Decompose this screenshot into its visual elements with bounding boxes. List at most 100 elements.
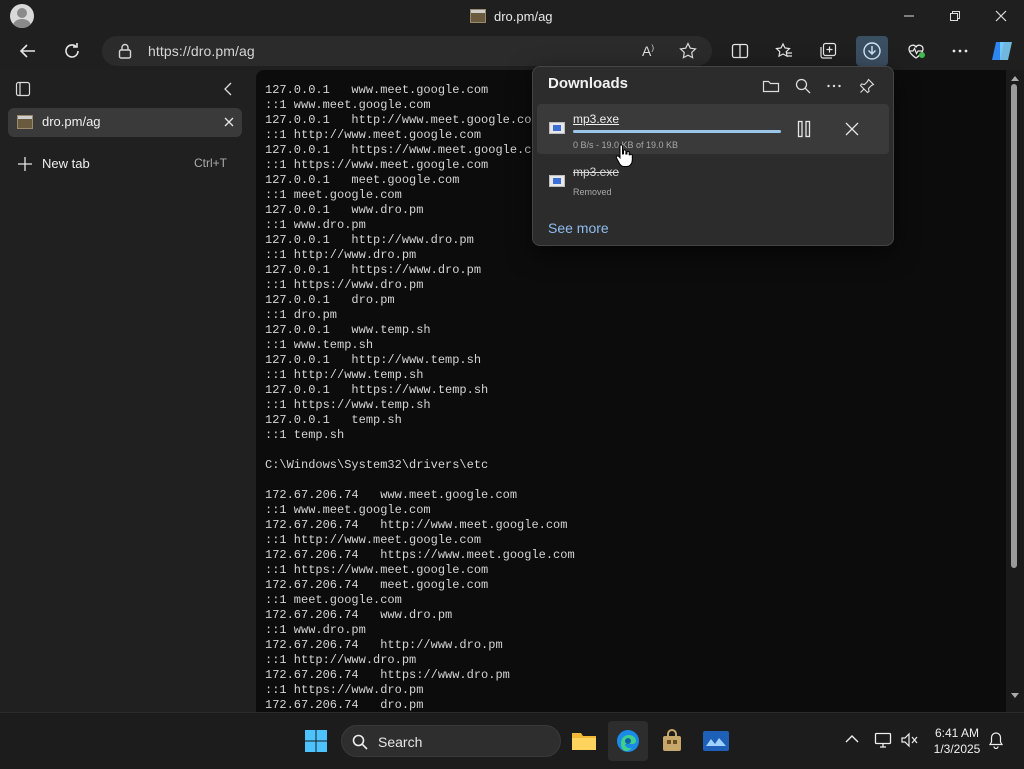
- vertical-tabs-panel: dro.pm/ag New tab Ctrl+T: [0, 70, 256, 712]
- taskbar-app[interactable]: [696, 721, 736, 761]
- exe-file-icon: [549, 122, 565, 134]
- terminal-line: ::1 temp.sh: [265, 428, 345, 442]
- clock-date: 1/3/2025: [933, 742, 981, 756]
- page-scrollbar[interactable]: [1006, 70, 1024, 712]
- url-text[interactable]: https://dro.pm/ag: [148, 43, 255, 59]
- clock-time: 6:41 AM: [934, 726, 980, 740]
- refresh-button[interactable]: [56, 36, 88, 66]
- terminal-line: ::1 meet.google.com: [265, 593, 402, 607]
- terminal-line: 127.0.0.1 dro.pm: [265, 293, 395, 307]
- favorites-button[interactable]: [768, 36, 800, 66]
- file-explorer-icon: [572, 733, 596, 750]
- collapse-panel-icon[interactable]: [222, 82, 234, 96]
- copilot-button[interactable]: [986, 36, 1018, 66]
- cancel-download-button[interactable]: [837, 114, 867, 144]
- settings-more-button[interactable]: [944, 36, 976, 66]
- terminal-line: ::1 http://www.dro.pm: [265, 248, 417, 262]
- favorite-star-icon: [679, 42, 697, 59]
- edge-icon: [617, 730, 639, 752]
- pin-icon: [859, 78, 875, 94]
- back-button[interactable]: [12, 36, 44, 66]
- copilot-icon: [992, 42, 1012, 60]
- new-tab-button[interactable]: New tab Ctrl+T: [8, 150, 242, 178]
- browser-essentials-button[interactable]: [900, 36, 932, 66]
- taskbar-clock[interactable]: 6:41 AM 1/3/2025: [924, 725, 990, 757]
- plus-icon: [18, 157, 32, 171]
- downloads-more-button[interactable]: [819, 71, 849, 101]
- tab-favicon-icon: [17, 115, 33, 129]
- taskbar-edge[interactable]: [608, 721, 648, 761]
- download-filename[interactable]: mp3.exe: [573, 112, 619, 126]
- downloads-button[interactable]: [856, 36, 888, 66]
- terminal-line: 127.0.0.1 https://www.temp.sh: [265, 383, 489, 397]
- app-icon: [703, 731, 729, 751]
- favorites-icon: [775, 42, 792, 58]
- download-progress-fill: [573, 130, 781, 133]
- collections-button[interactable]: [812, 36, 844, 66]
- pin-downloads-button[interactable]: [852, 71, 882, 101]
- taskbar-search-box[interactable]: Search: [341, 725, 561, 757]
- exe-file-icon: [549, 175, 565, 187]
- new-tab-shortcut: Ctrl+T: [194, 156, 227, 170]
- open-folder-icon: [762, 80, 780, 93]
- site-favicon-icon: [470, 9, 486, 23]
- restore-icon: [950, 11, 960, 21]
- terminal-line: 172.67.206.74 http://www.dro.pm: [265, 638, 503, 652]
- terminal-line: 127.0.0.1 http://www.temp.sh: [265, 353, 482, 367]
- browser-toolbar: https://dro.pm/ag A): [0, 32, 1024, 70]
- terminal-line: ::1 https://www.meet.google.com: [265, 158, 489, 172]
- close-window-button[interactable]: [978, 0, 1024, 32]
- terminal-line: 127.0.0.1 https://www.dro.pm: [265, 263, 482, 277]
- download-status: Removed: [573, 187, 612, 197]
- pause-download-button[interactable]: [789, 114, 819, 144]
- taskbar-store[interactable]: [652, 721, 692, 761]
- scroll-down-icon[interactable]: [1010, 692, 1020, 700]
- store-icon: [663, 729, 681, 751]
- terminal-line: 172.67.206.74 www.dro.pm: [265, 608, 453, 622]
- scroll-up-icon[interactable]: [1010, 74, 1020, 82]
- tab-dro-pm[interactable]: dro.pm/ag: [8, 108, 242, 137]
- add-favorite-button[interactable]: [672, 36, 704, 66]
- see-more-link[interactable]: See more: [548, 220, 609, 236]
- download-item[interactable]: mp3.exe Removed: [537, 157, 889, 207]
- minimize-button[interactable]: [886, 0, 932, 32]
- restore-button[interactable]: [932, 0, 978, 32]
- address-bar[interactable]: https://dro.pm/ag A): [102, 36, 712, 66]
- close-icon: [845, 122, 859, 136]
- download-progress-bar: [573, 130, 781, 133]
- search-downloads-button[interactable]: [788, 71, 818, 101]
- terminal-line: 127.0.0.1 www.dro.pm: [265, 203, 424, 217]
- search-icon: [795, 78, 811, 94]
- scrollbar-thumb[interactable]: [1011, 84, 1017, 568]
- terminal-line: ::1 dro.pm: [265, 308, 338, 322]
- taskbar: Search 6:41 AM 1/3/2025: [0, 712, 1024, 769]
- downloads-title: Downloads: [548, 75, 629, 92]
- lock-icon[interactable]: [118, 43, 132, 59]
- terminal-line: ::1 https://www.meet.google.com: [265, 563, 489, 577]
- terminal-line: ::1 http://www.meet.google.com: [265, 533, 482, 547]
- profile-avatar-icon[interactable]: [10, 4, 34, 28]
- download-item[interactable]: mp3.exe 0 B/s - 19.0 KB of 19.0 KB: [537, 104, 889, 154]
- start-button[interactable]: [296, 721, 336, 761]
- terminal-line: ::1 www.dro.pm: [265, 218, 366, 232]
- terminal-line: 127.0.0.1 https://www.meet.google.com: [265, 143, 546, 157]
- taskbar-file-explorer[interactable]: [564, 721, 604, 761]
- search-label: Search: [378, 734, 423, 750]
- network-icon[interactable]: [874, 731, 892, 749]
- split-screen-button[interactable]: [724, 36, 756, 66]
- new-tab-label: New tab: [42, 156, 90, 171]
- terminal-line: ::1 https://www.dro.pm: [265, 683, 424, 697]
- terminal-line: C:\Windows\System32\drivers\etc: [265, 458, 489, 472]
- window-title-text: dro.pm/ag: [494, 8, 553, 24]
- volume-muted-icon[interactable]: [900, 731, 918, 749]
- chevron-up-icon[interactable]: [845, 734, 859, 744]
- browser-essentials-icon: [908, 44, 925, 59]
- terminal-line: ::1 https://www.dro.pm: [265, 278, 424, 292]
- terminal-line: 127.0.0.1 meet.google.com: [265, 173, 460, 187]
- tab-actions-icon[interactable]: [15, 81, 31, 97]
- close-tab-icon[interactable]: [224, 117, 234, 127]
- read-aloud-button[interactable]: A): [632, 36, 664, 66]
- notification-bell-icon[interactable]: [988, 731, 1004, 749]
- open-downloads-folder-button[interactable]: [756, 71, 786, 101]
